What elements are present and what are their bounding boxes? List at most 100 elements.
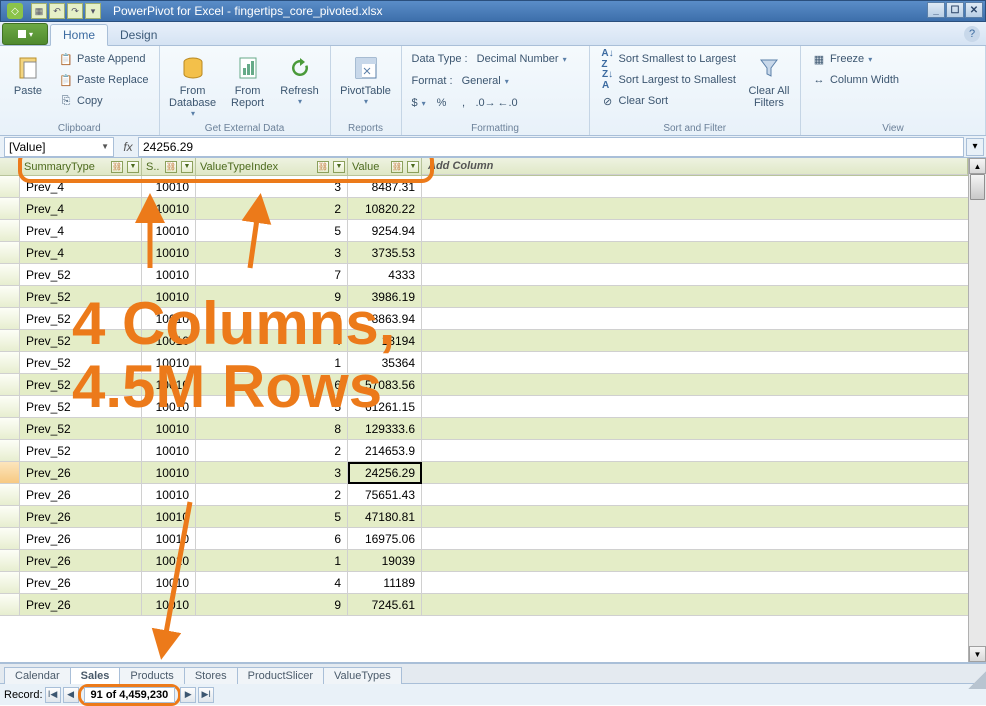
paste-button[interactable]: Paste [6, 49, 50, 133]
sheet-tab-sales[interactable]: Sales [70, 667, 121, 684]
cell[interactable]: Prev_4 [20, 176, 142, 198]
column-header-valuetypeindex[interactable]: ValueTypeIndex⛓▼ [196, 158, 348, 175]
from-database-button[interactable]: From Database▾ [166, 49, 220, 133]
scroll-down-button[interactable]: ▼ [969, 646, 986, 662]
qat-undo-icon[interactable]: ↶ [49, 3, 65, 19]
row-selector[interactable] [0, 550, 20, 572]
cell[interactable]: 9 [196, 594, 348, 616]
clear-filters-button[interactable]: Clear All Filters [744, 49, 794, 133]
percent-button[interactable]: % [432, 93, 452, 113]
cell[interactable]: 13194 [348, 330, 422, 352]
cell[interactable]: 214653.9 [348, 440, 422, 462]
scroll-thumb[interactable] [970, 174, 985, 200]
table-row[interactable]: Prev_521001038863.94 [0, 308, 968, 330]
datatype-selector[interactable]: Data Type : Decimal Number▾ [408, 49, 583, 69]
table-row[interactable]: Prev_261001097245.61 [0, 594, 968, 616]
cell[interactable]: Prev_52 [20, 440, 142, 462]
table-row[interactable]: Prev_52100102214653.9 [0, 440, 968, 462]
row-selector[interactable] [0, 176, 20, 198]
cell[interactable]: 11189 [348, 572, 422, 594]
sheet-tab-valuetypes[interactable]: ValueTypes [323, 667, 402, 684]
cell[interactable]: 4 [196, 572, 348, 594]
help-icon[interactable]: ? [964, 26, 980, 42]
cell[interactable]: 3 [196, 462, 348, 484]
cell[interactable]: Prev_4 [20, 198, 142, 220]
cell[interactable]: 2 [196, 484, 348, 506]
cell[interactable]: Prev_26 [20, 462, 142, 484]
maximize-button[interactable]: ☐ [946, 2, 964, 18]
row-selector[interactable] [0, 484, 20, 506]
row-selector[interactable] [0, 198, 20, 220]
table-row[interactable]: Prev_2610010119039 [0, 550, 968, 572]
paste-replace-button[interactable]: 📋Paste Replace [54, 70, 153, 90]
table-row[interactable]: Prev_2610010616975.06 [0, 528, 968, 550]
relationship-icon[interactable]: ⛓ [165, 161, 177, 173]
table-row[interactable]: Prev_2610010275651.43 [0, 484, 968, 506]
table-row[interactable]: Prev_52100108129333.6 [0, 418, 968, 440]
clear-sort-button[interactable]: ⊘Clear Sort [596, 91, 740, 111]
filter-dropdown-icon[interactable]: ▼ [127, 161, 139, 173]
row-selector[interactable] [0, 396, 20, 418]
row-selector[interactable] [0, 462, 20, 484]
cell[interactable]: Prev_26 [20, 572, 142, 594]
cell[interactable]: 8487.31 [348, 176, 422, 198]
sheet-tab-products[interactable]: Products [119, 667, 184, 684]
vertical-scrollbar[interactable]: ▲ ▼ [968, 158, 986, 662]
cell[interactable]: 75651.43 [348, 484, 422, 506]
currency-button[interactable]: $▾ [408, 93, 430, 113]
increase-decimal-button[interactable]: .0→ [476, 93, 496, 113]
relationship-icon[interactable]: ⛓ [391, 161, 403, 173]
decrease-decimal-button[interactable]: ←.0 [498, 93, 518, 113]
row-selector[interactable] [0, 528, 20, 550]
cell[interactable]: Prev_52 [20, 374, 142, 396]
table-row[interactable]: Prev_521001093986.19 [0, 286, 968, 308]
cell[interactable]: Prev_52 [20, 264, 142, 286]
resize-grip[interactable] [968, 671, 986, 689]
row-selector[interactable] [0, 286, 20, 308]
cell[interactable]: 10010 [142, 308, 196, 330]
tab-home[interactable]: Home [50, 24, 108, 46]
cell[interactable]: Prev_52 [20, 396, 142, 418]
cell[interactable]: 1 [196, 352, 348, 374]
cell[interactable]: 4 [196, 330, 348, 352]
pivottable-button[interactable]: PivotTable▾ [337, 49, 395, 133]
scroll-track[interactable] [969, 174, 986, 646]
cell[interactable]: 10010 [142, 352, 196, 374]
column-header-s[interactable]: S..⛓▼ [142, 158, 196, 175]
cell[interactable]: 35364 [348, 352, 422, 374]
cell[interactable]: 10010 [142, 440, 196, 462]
cell[interactable]: 9254.94 [348, 220, 422, 242]
table-row[interactable]: Prev_5210010135364 [0, 352, 968, 374]
cell[interactable]: 10010 [142, 330, 196, 352]
cell[interactable]: 2 [196, 440, 348, 462]
row-selector[interactable] [0, 220, 20, 242]
row-selector[interactable] [0, 418, 20, 440]
cell[interactable]: 57083.56 [348, 374, 422, 396]
cell[interactable]: 3986.19 [348, 286, 422, 308]
relationship-icon[interactable]: ⛓ [111, 161, 123, 173]
row-selector[interactable] [0, 440, 20, 462]
cell[interactable]: 7245.61 [348, 594, 422, 616]
row-selector[interactable] [0, 330, 20, 352]
sort-asc-button[interactable]: A↓ZSort Smallest to Largest [596, 49, 740, 69]
filter-dropdown-icon[interactable]: ▼ [333, 161, 345, 173]
cell[interactable]: 5 [196, 396, 348, 418]
tab-design[interactable]: Design [108, 25, 169, 45]
cell[interactable]: 10010 [142, 396, 196, 418]
formula-input[interactable]: 24256.29 [138, 137, 964, 157]
table-row[interactable]: Prev_5210010561261.15 [0, 396, 968, 418]
select-all-corner[interactable] [0, 158, 20, 175]
refresh-button[interactable]: Refresh▾ [276, 49, 324, 133]
cell[interactable]: Prev_26 [20, 594, 142, 616]
filter-dropdown-icon[interactable]: ▼ [407, 161, 419, 173]
freeze-button[interactable]: ▦Freeze▾ [807, 49, 979, 69]
sheet-tab-calendar[interactable]: Calendar [4, 667, 71, 684]
cell[interactable]: 47180.81 [348, 506, 422, 528]
cell[interactable]: 1 [196, 550, 348, 572]
row-selector[interactable] [0, 374, 20, 396]
row-selector[interactable] [0, 352, 20, 374]
table-row[interactable]: Prev_2610010547180.81 [0, 506, 968, 528]
cell[interactable]: 3735.53 [348, 242, 422, 264]
cell[interactable]: 8863.94 [348, 308, 422, 330]
cell[interactable]: Prev_52 [20, 352, 142, 374]
